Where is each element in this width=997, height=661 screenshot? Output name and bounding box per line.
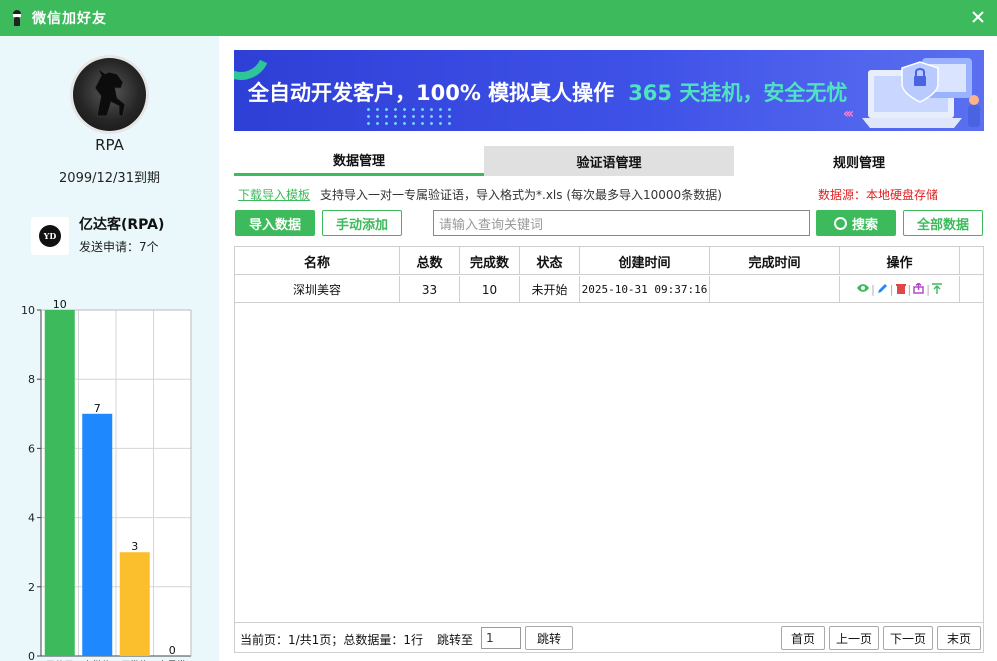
search-icon (833, 216, 847, 230)
cell-finished (710, 276, 840, 303)
page-info: 当前页：1/共1页；总数据量：1行 (240, 633, 423, 647)
cell-done: 10 (460, 276, 520, 303)
prev-page-button[interactable]: 上一页 (829, 626, 879, 650)
user-name: RPA (95, 136, 124, 154)
info-line: 下载导入模板 支持导入一对一专属验证语，导入格式为*.xls (每次最多导入100… (238, 186, 988, 203)
table-header: 名称 总数 完成数 状态 创建时间 完成时间 操作 (235, 247, 983, 275)
tab-verify-manage[interactable]: 验证语管理 (484, 146, 734, 176)
y-tick-label: 10 (21, 304, 35, 317)
cell-name: 深圳美容 (235, 276, 400, 303)
col-name: 名称 (235, 247, 400, 275)
import-desc: 支持导入一对一专属验证语，导入格式为*.xls (每次最多导入10000条数据) (320, 188, 722, 202)
pagination-bar: 当前页：1/共1页；总数据量：1行 跳转至 1 跳转 首页 上一页 下一页 末页 (234, 623, 984, 653)
title-bar: 微信加好友 (0, 0, 997, 36)
account-name: 亿达客(RPA) (79, 217, 165, 233)
top-icon[interactable] (931, 282, 942, 297)
promo-banner: 全自动开发客户，100% 模拟真人操作 365 天挂机，安全无忧 ‹‹‹ (234, 50, 984, 131)
account-card: YD 亿达客(RPA) 发送申请：7个 (31, 217, 164, 255)
bar-value-label: 0 (169, 644, 176, 657)
bar-value-label: 7 (94, 402, 101, 415)
data-table: 名称 总数 完成数 状态 创建时间 完成时间 操作 深圳美容 33 10 未开始… (234, 246, 984, 623)
bar-0 (44, 310, 75, 656)
next-page-button[interactable]: 下一页 (883, 626, 933, 650)
import-button[interactable]: 导入数据 (235, 210, 315, 236)
tab-rule-manage[interactable]: 规则管理 (734, 146, 984, 176)
banner-text: 全自动开发客户，100% 模拟真人操作 365 天挂机，安全无忧 (248, 81, 848, 105)
export-icon[interactable] (913, 281, 924, 297)
chevrons-icon: ‹‹‹ (843, 106, 854, 122)
security-laptop-icon (862, 58, 980, 128)
col-created: 创建时间 (580, 247, 710, 275)
edit-icon[interactable] (877, 283, 888, 297)
search-input[interactable]: 请输入查询关键词 (433, 210, 810, 236)
y-tick-label: 2 (28, 581, 35, 594)
bar-value-label: 10 (53, 298, 67, 311)
cell-status: 未开始 (520, 276, 580, 303)
col-ops: 操作 (840, 247, 960, 275)
manual-add-button[interactable]: 手动添加 (322, 210, 402, 236)
y-tick-label: 6 (28, 442, 35, 455)
y-tick-label: 8 (28, 373, 35, 386)
jump-page-input[interactable]: 1 (481, 627, 521, 649)
y-tick-label: 0 (28, 650, 35, 661)
jump-button[interactable]: 跳转 (525, 626, 573, 650)
close-icon[interactable] (967, 6, 989, 28)
bar-1 (82, 413, 113, 656)
col-total: 总数 (400, 247, 460, 275)
eye-icon[interactable] (857, 283, 870, 296)
stats-bar-chart: 024681010已使用7有微信3无微信0有异常 (21, 298, 192, 661)
cell-total: 33 (400, 276, 460, 303)
cell-created: 2025-10-31 09:37:16 (580, 276, 710, 303)
tab-data-manage[interactable]: 数据管理 (234, 146, 484, 176)
search-button[interactable]: 搜索 (816, 210, 896, 236)
y-tick-label: 4 (28, 512, 35, 525)
left-sidebar: RPA 2099/12/31到期 YD 亿达客(RPA) 发送申请：7个 0 2 4… (0, 36, 219, 661)
col-status: 状态 (520, 247, 580, 275)
data-source-text: 数据源：本地硬盘存储 (818, 188, 939, 202)
cell-ops: | | | | (840, 276, 960, 303)
window-title: 微信加好友 (32, 11, 107, 27)
expire-date: 2099/12/31到期 (59, 171, 160, 186)
bar-2 (119, 552, 150, 656)
table-row[interactable]: 深圳美容 33 10 未开始 2025-10-31 09:37:16 | | |… (235, 276, 983, 303)
bar-value-label: 3 (131, 540, 138, 553)
first-page-button[interactable]: 首页 (781, 626, 825, 650)
col-finished: 完成时间 (710, 247, 840, 275)
account-logo: YD (31, 217, 69, 255)
avatar (70, 55, 149, 134)
tab-bar: 数据管理 验证语管理 规则管理 (234, 146, 984, 176)
jump-label: 跳转至 (437, 633, 474, 647)
delete-icon[interactable] (895, 283, 906, 297)
last-page-button[interactable]: 末页 (937, 626, 981, 650)
send-count: 发送申请：7个 (79, 240, 159, 254)
col-done: 完成数 (460, 247, 520, 275)
download-template-link[interactable]: 下载导入模板 (238, 188, 310, 202)
app-logo-icon (10, 9, 24, 27)
all-data-button[interactable]: 全部数据 (903, 210, 983, 236)
